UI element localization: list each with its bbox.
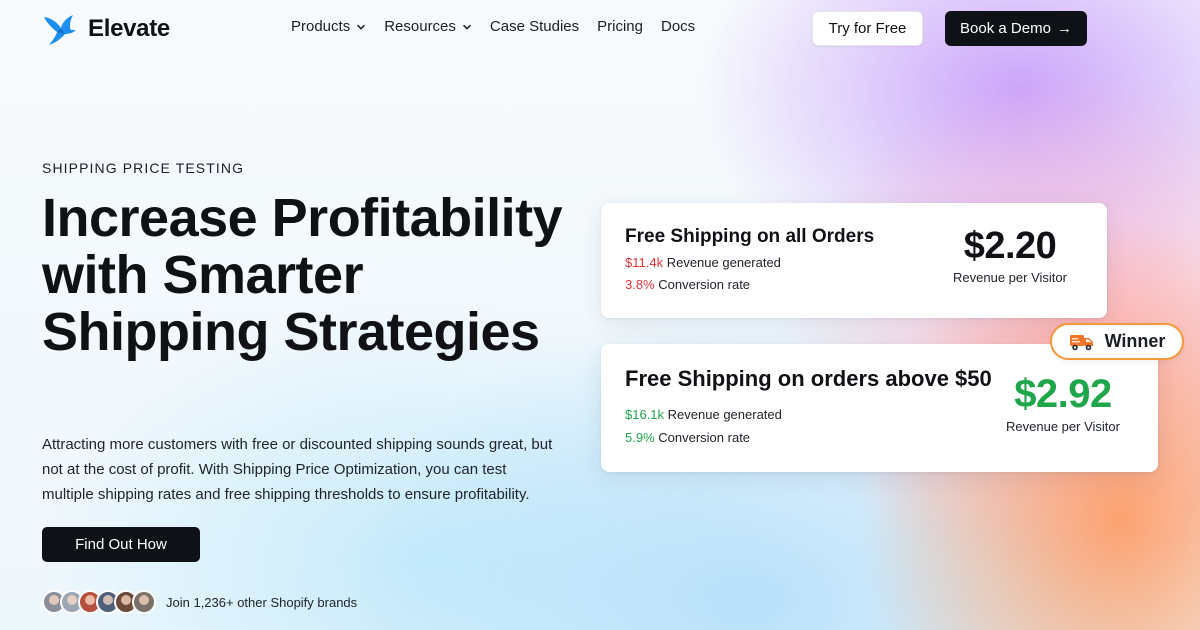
nav-item-label: Products bbox=[291, 18, 351, 35]
conversion-label: Conversion rate bbox=[658, 277, 751, 292]
avatar-group bbox=[42, 590, 156, 614]
revenue-per-visitor: $2.20 Revenue per Visitor bbox=[945, 227, 1075, 285]
hero-eyebrow: SHIPPING PRICE TESTING bbox=[42, 160, 245, 176]
revenue-stat: $16.1k Revenue generated bbox=[625, 407, 782, 422]
conversion-label: Conversion rate bbox=[658, 430, 751, 445]
comparison-card-variant-a: Free Shipping on all Orders $11.4k Reven… bbox=[601, 203, 1107, 318]
winner-label: Winner bbox=[1104, 331, 1166, 351]
nav-item-resources[interactable]: Resources bbox=[384, 18, 472, 35]
brand-name: Elevate bbox=[88, 15, 170, 42]
bird-logo-icon bbox=[44, 15, 76, 45]
comparison-card-variant-b: Free Shipping on orders above $50 $16.1k… bbox=[601, 344, 1158, 472]
nav-item-label: Docs bbox=[660, 18, 696, 35]
revenue-label: Revenue generated bbox=[666, 255, 781, 270]
nav-item-label: Pricing bbox=[597, 18, 643, 35]
main-nav: Products Resources Case Studies Pricing … bbox=[291, 18, 695, 35]
revenue-value: $11.4k bbox=[625, 255, 664, 270]
nav-item-label: Resources bbox=[384, 18, 456, 35]
social-proof-text: Join 1,236+ other Shopify brands bbox=[166, 594, 358, 610]
find-out-how-button[interactable]: Find Out How bbox=[42, 527, 200, 562]
revenue-per-visitor: $2.92 Revenue per Visitor bbox=[998, 374, 1128, 434]
revenue-label: Revenue generated bbox=[667, 407, 782, 422]
hero-description: Attracting more customers with free or d… bbox=[42, 436, 553, 503]
conversion-stat: 5.9% Conversion rate bbox=[625, 430, 750, 445]
card-title: Free Shipping on all Orders bbox=[625, 226, 875, 247]
conversion-value: 5.9% bbox=[625, 430, 655, 445]
metric-label: Revenue per Visitor bbox=[1006, 419, 1120, 434]
winner-badge: Winner bbox=[1050, 323, 1184, 360]
revenue-value: $16.1k bbox=[625, 407, 665, 422]
book-demo-button[interactable]: Book a Demo → bbox=[945, 11, 1087, 46]
hero-headline: Increase Profitability with Smarter Ship… bbox=[42, 188, 563, 362]
truck-icon bbox=[1069, 334, 1093, 350]
chevron-down-icon bbox=[462, 24, 471, 30]
metric-label: Revenue per Visitor bbox=[953, 270, 1067, 285]
arrow-right-icon: → bbox=[1056, 20, 1072, 37]
nav-item-docs[interactable]: Docs bbox=[661, 18, 695, 35]
try-for-free-button[interactable]: Try for Free bbox=[812, 11, 923, 46]
book-demo-label: Book a Demo bbox=[960, 20, 1051, 37]
nav-item-products[interactable]: Products bbox=[291, 18, 366, 35]
metric-value: $2.92 bbox=[1014, 372, 1112, 416]
social-proof: Join 1,236+ other Shopify brands bbox=[42, 590, 357, 614]
nav-item-label: Case Studies bbox=[489, 18, 580, 35]
chevron-down-icon bbox=[357, 24, 366, 30]
revenue-stat: $11.4k Revenue generated bbox=[625, 255, 781, 270]
card-title: Free Shipping on orders above $50 bbox=[625, 366, 992, 391]
conversion-stat: 3.8% Conversion rate bbox=[625, 277, 750, 292]
metric-value: $2.20 bbox=[963, 225, 1057, 267]
conversion-value: 3.8% bbox=[625, 277, 655, 292]
avatar bbox=[132, 590, 156, 614]
nav-item-case-studies[interactable]: Case Studies bbox=[490, 18, 579, 35]
brand-logo[interactable]: Elevate bbox=[42, 12, 170, 46]
nav-item-pricing[interactable]: Pricing bbox=[597, 18, 643, 35]
